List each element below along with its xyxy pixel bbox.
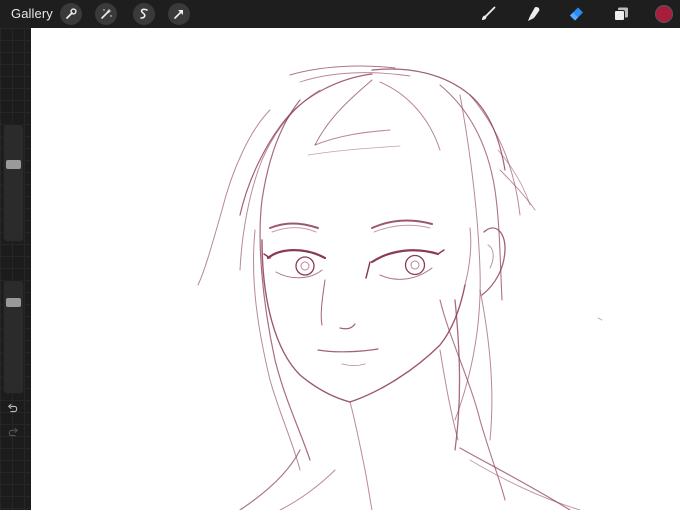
selection-button[interactable]	[133, 3, 155, 25]
layers-icon	[614, 7, 628, 21]
magic-wand-icon	[101, 8, 112, 19]
selection-icon	[140, 8, 148, 19]
opacity-handle[interactable]	[6, 297, 21, 307]
procreate-app: Gallery	[0, 0, 680, 510]
transform-arrow-icon	[174, 10, 183, 19]
brush-tool[interactable]	[478, 4, 498, 24]
gallery-button[interactable]: Gallery	[11, 6, 53, 21]
redo-icon	[8, 427, 19, 437]
brush-size-handle[interactable]	[6, 159, 21, 169]
eraser-tool[interactable]	[566, 4, 586, 24]
transform-button[interactable]	[168, 3, 190, 25]
wrench-icon	[66, 8, 77, 19]
adjustments-button[interactable]	[95, 3, 117, 25]
eraser-icon	[570, 7, 583, 21]
actions-button[interactable]	[60, 3, 82, 25]
drawing-canvas[interactable]	[31, 28, 680, 510]
top-toolbar: Gallery	[0, 0, 680, 28]
sketch-artwork	[197, 65, 603, 510]
smudge-icon	[528, 7, 540, 21]
undo-button[interactable]	[5, 402, 21, 416]
redo-button[interactable]	[5, 426, 21, 440]
layers-button[interactable]	[611, 4, 631, 24]
undo-icon	[7, 403, 18, 413]
brush-icon	[482, 6, 496, 20]
color-picker-button[interactable]	[655, 5, 673, 23]
opacity-slider[interactable]	[3, 280, 24, 394]
left-sidebar	[0, 28, 31, 510]
smudge-tool[interactable]	[524, 4, 544, 24]
brush-size-slider[interactable]	[3, 124, 24, 242]
